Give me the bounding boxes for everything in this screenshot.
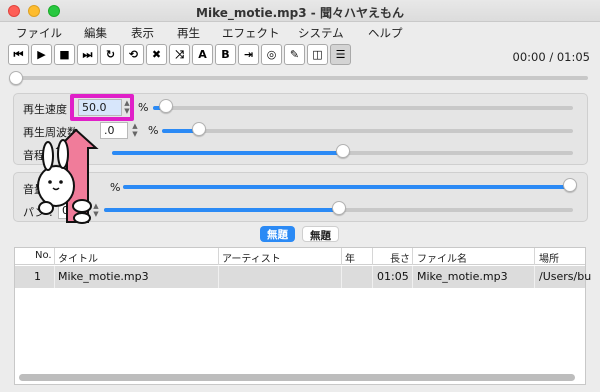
shuffle-icon[interactable]: ✖ (146, 44, 167, 65)
menu-help[interactable]: ヘルプ (368, 25, 403, 41)
pitch-fill (112, 151, 343, 155)
volume-fill (123, 185, 570, 189)
menu-effect[interactable]: エフェクト (222, 25, 280, 41)
random-icon[interactable]: ⤨ (169, 44, 190, 65)
prev-track-icon[interactable]: ⏮ (8, 44, 29, 65)
menu-view[interactable]: 表示 (131, 25, 154, 41)
marker-icon[interactable]: ◎ (261, 44, 282, 65)
col-title[interactable]: タイトル (58, 250, 98, 265)
time-display: 00:00 / 01:05 (512, 50, 590, 64)
next-track-icon[interactable]: ⏭ (77, 44, 98, 65)
volume-track[interactable] (123, 185, 570, 189)
loop-all-icon[interactable]: ⟲ (123, 44, 144, 65)
list-view-icon[interactable]: ☰ (330, 44, 351, 65)
speed-unit: % (138, 101, 149, 114)
freq-unit: % (148, 124, 159, 137)
volume-knob[interactable] (563, 178, 577, 192)
ab-loop-icon[interactable]: ⇥ (238, 44, 259, 65)
b-point-icon[interactable]: B (215, 44, 236, 65)
speed-highlight (70, 94, 134, 121)
pitch-knob[interactable] (335, 144, 350, 158)
menu-system[interactable]: システム (298, 25, 344, 41)
menu-file[interactable]: ファイル (16, 25, 62, 41)
speed-track[interactable] (153, 106, 573, 110)
menu-bar: ファイル 編集 表示 再生 エフェクト システム ヘルプ (0, 22, 600, 42)
play-icon[interactable]: ▶ (31, 44, 52, 65)
cell-length: 01:05 (377, 270, 409, 283)
col-no[interactable]: No. (35, 250, 52, 261)
col-year[interactable]: 年 (345, 250, 355, 265)
col-artist[interactable]: アーティスト (222, 250, 281, 265)
title-bar: Mike_motie.mp3 - 聞々ハヤえもん (0, 0, 600, 22)
playlist-tab-2[interactable]: 無題 (302, 226, 339, 242)
seek-knob[interactable] (9, 71, 23, 85)
split-view-icon[interactable]: ◫ (307, 44, 328, 65)
speed-knob[interactable] (158, 99, 173, 113)
playlist-table: No. タイトル アーティスト 年 長さ ファイル名 場所 1 Mike_mot… (14, 247, 591, 385)
playlist-tab-1[interactable]: 無題 (260, 226, 295, 242)
window-title: Mike_motie.mp3 - 聞々ハヤえもん (196, 6, 404, 20)
seek-track[interactable] (16, 76, 588, 80)
cell-filename: Mike_motie.mp3 (417, 270, 508, 283)
col-length[interactable]: 長さ (390, 250, 410, 265)
loop-one-icon[interactable]: ↻ (100, 44, 121, 65)
freq-knob[interactable] (191, 122, 206, 136)
a-point-icon[interactable]: A (192, 44, 213, 65)
pin-icon[interactable]: ✎ (284, 44, 305, 65)
pan-fill (104, 208, 339, 212)
freq-stepper[interactable]: ▲ ▼ (131, 122, 139, 139)
cell-no: 1 (34, 270, 41, 283)
col-location[interactable]: 場所 (539, 250, 559, 265)
pan-knob[interactable] (331, 201, 346, 215)
freq-track[interactable] (162, 129, 573, 133)
stop-icon[interactable]: ■ (54, 44, 75, 65)
table-row[interactable]: 1 Mike_motie.mp3 01:05 Mike_motie.mp3 /U… (15, 266, 591, 288)
rabbit-mascot-icon (37, 128, 99, 224)
menu-edit[interactable]: 編集 (84, 25, 107, 41)
horizontal-scrollbar[interactable] (19, 374, 575, 381)
speed-label: 再生速度 (23, 103, 67, 116)
col-filename[interactable]: ファイル名 (417, 250, 467, 265)
menu-play[interactable]: 再生 (177, 25, 200, 41)
cell-title: Mike_motie.mp3 (58, 270, 149, 283)
table-header: No. タイトル アーティスト 年 長さ ファイル名 場所 (15, 248, 585, 265)
cell-location: /Users/bu (539, 270, 592, 283)
